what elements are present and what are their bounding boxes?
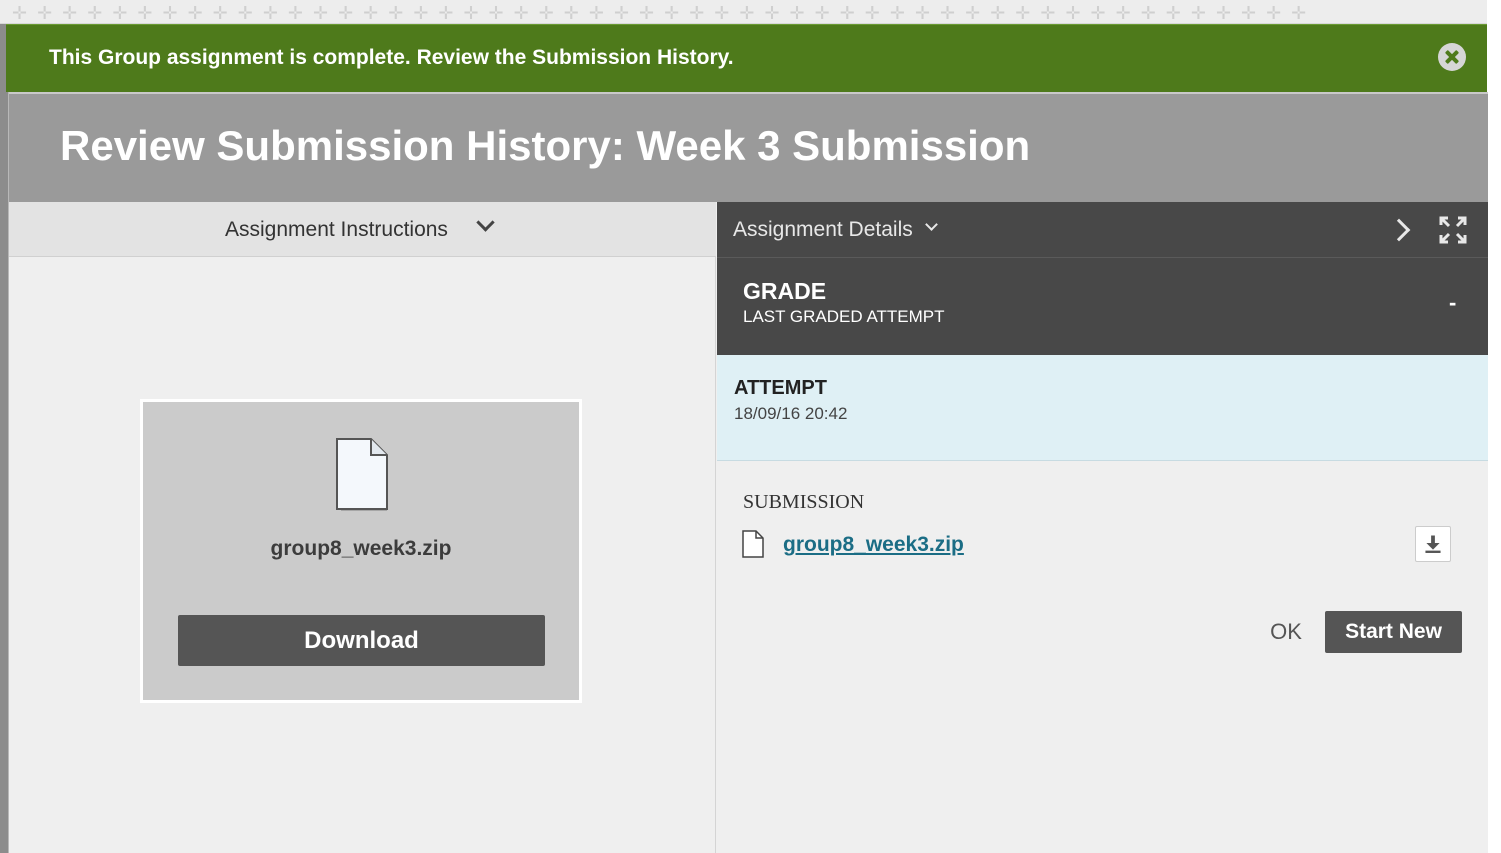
decorative-pattern: ✛✛✛✛✛✛✛✛✛✛✛✛✛✛✛✛✛✛✛✛✛✛✛✛✛✛✛✛✛✛✛✛✛✛✛✛✛✛✛✛… <box>12 3 1317 24</box>
submission-label: SUBMISSION <box>743 491 865 513</box>
download-icon-button[interactable] <box>1415 526 1451 562</box>
instructions-label: Assignment Instructions <box>225 218 448 241</box>
expand-icon[interactable] <box>1439 216 1467 244</box>
submission-file-link[interactable]: group8_week3.zip <box>783 533 964 557</box>
assignment-details-toggle[interactable]: Assignment Details <box>733 218 913 242</box>
file-name: group8_week3.zip <box>270 537 452 560</box>
file-preview-card: group8_week3.zip Download <box>140 399 582 703</box>
file-icon <box>336 438 388 511</box>
alert-message: This Group assignment is complete. Revie… <box>49 46 734 69</box>
page-gutter <box>1487 0 1501 853</box>
close-icon[interactable] <box>1438 43 1466 71</box>
grade-title: GRADE <box>743 278 827 304</box>
instructions-column: Assignment Instructions group8_week3.zip… <box>9 202 716 853</box>
review-panel: Review Submission History: Week 3 Submis… <box>8 92 1488 853</box>
grade-subtitle: LAST GRADED ATTEMPT <box>743 307 945 326</box>
chevron-right-icon[interactable] <box>1387 218 1411 242</box>
ok-button[interactable]: OK <box>1254 611 1318 653</box>
assignment-details-bar: Assignment Details <box>717 202 1488 257</box>
attempt-date: 18/09/16 20:42 <box>734 404 848 423</box>
details-column: Assignment Details GRADE LAST GRADED ATT… <box>717 202 1488 853</box>
attempt-item[interactable]: ATTEMPT 18/09/16 20:42 <box>717 355 1488 461</box>
assignment-instructions-toggle[interactable]: Assignment Instructions <box>9 202 716 257</box>
download-button[interactable]: Download <box>178 615 545 666</box>
panel-header: Review Submission History: Week 3 Submis… <box>9 92 1488 202</box>
page-top-strip: ✛✛✛✛✛✛✛✛✛✛✛✛✛✛✛✛✛✛✛✛✛✛✛✛✛✛✛✛✛✛✛✛✛✛✛✛✛✛✛✛… <box>0 0 1501 24</box>
file-icon <box>742 530 764 558</box>
grade-section: GRADE LAST GRADED ATTEMPT - <box>717 257 1488 355</box>
attempt-title: ATTEMPT <box>734 377 827 399</box>
start-new-button[interactable]: Start New <box>1325 611 1462 653</box>
chevron-down-icon <box>476 213 495 232</box>
grade-value: - <box>1449 290 1457 315</box>
download-icon <box>1425 535 1441 553</box>
success-alert: This Group assignment is complete. Revie… <box>6 24 1487 92</box>
chevron-down-icon[interactable] <box>925 218 938 231</box>
page-title: Review Submission History: Week 3 Submis… <box>60 122 1031 169</box>
